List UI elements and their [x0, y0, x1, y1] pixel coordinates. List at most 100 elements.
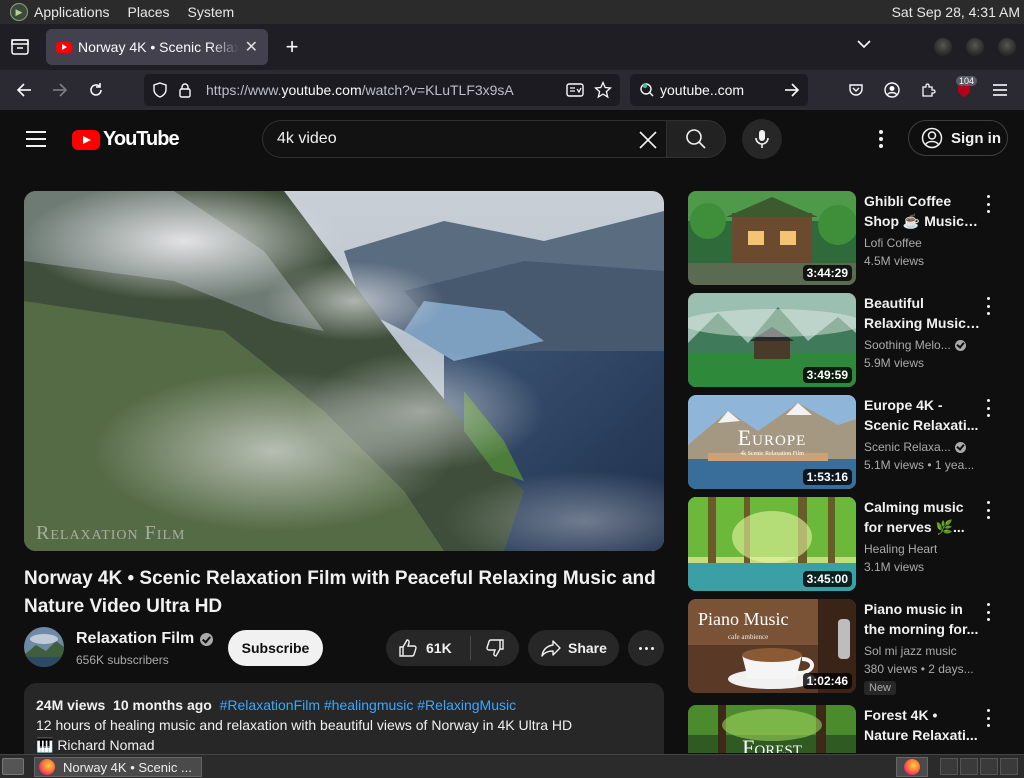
yt-search-input[interactable] [277, 129, 617, 149]
rec-more-options-icon[interactable] [984, 297, 992, 315]
extensions-button[interactable] [916, 78, 940, 102]
clear-search-button[interactable] [636, 128, 660, 152]
tab-close-icon[interactable]: ✕ [245, 37, 258, 57]
show-desktop-icon[interactable] [2, 758, 24, 775]
os-menu-applications[interactable]: Applications [34, 4, 110, 20]
rec-channel[interactable]: Scenic Relaxa... [864, 440, 980, 454]
taskbar-window-button[interactable]: Norway 4K • Scenic ... [34, 757, 202, 777]
rec-view-count: 380 views [864, 662, 918, 676]
os-clock[interactable]: Sat Sep 28, 4:31 AM [892, 4, 1020, 20]
window-maximize-button[interactable] [966, 38, 984, 56]
rec-thumbnail[interactable]: 3:45:00 [688, 497, 856, 591]
rec-more-options-icon[interactable] [984, 603, 992, 621]
os-menu-system[interactable]: System [188, 4, 235, 20]
web-search-bar[interactable]: youtube..com [630, 74, 808, 106]
video-duration: 3:49:59 [802, 367, 852, 383]
video-description[interactable]: 24M views 10 months ago #RelaxationFilm … [24, 683, 664, 763]
more-actions-button[interactable] [628, 630, 664, 666]
new-tab-button[interactable]: + [274, 29, 310, 65]
dislike-button[interactable] [471, 630, 519, 666]
share-button[interactable]: Share [528, 630, 619, 666]
verified-check-icon [954, 441, 966, 453]
os-taskbar: Norway 4K • Scenic ... [0, 754, 1024, 778]
rec-channel[interactable]: Healing Heart [864, 542, 980, 556]
rec-video-6[interactable]: Forest Forest 4K • Nature Relaxati... [688, 705, 1008, 753]
workspace-4[interactable] [1000, 758, 1018, 775]
lock-icon[interactable] [178, 82, 192, 98]
os-menu-places[interactable]: Places [128, 4, 170, 20]
rec-video-2[interactable]: 3:49:59 Beautiful Relaxing Music ... Soot… [688, 293, 1008, 387]
rec-views: 5.9M views [864, 356, 925, 370]
like-count: 61K [426, 640, 452, 656]
rec-title-line-1: Ghibli Coffee [864, 193, 952, 209]
pocket-button[interactable] [844, 78, 868, 102]
rec-thumbnail[interactable]: 3:49:59 [688, 293, 856, 387]
search-icon [686, 129, 706, 149]
window-minimize-button[interactable] [934, 38, 952, 56]
account-button[interactable] [880, 78, 904, 102]
taskbar-firefox-launcher[interactable] [896, 757, 928, 777]
firefox-view-button[interactable] [0, 24, 40, 70]
rec-more-options-icon[interactable] [984, 195, 992, 213]
browser-tab-active[interactable]: Norway 4K • Scenic Relaxation Film with … [46, 29, 268, 65]
distro-logo-icon[interactable]: ▶ [10, 3, 28, 21]
rec-channel-name: Healing Heart [864, 542, 938, 556]
reader-view-icon[interactable] [566, 82, 584, 98]
video-player[interactable]: Relaxation Film [24, 191, 664, 551]
channel-avatar[interactable] [24, 627, 64, 667]
subscribe-button[interactable]: Subscribe [228, 630, 323, 666]
rec-video-5[interactable]: Piano Music cafe ambience 1:02:46 Piano … [688, 599, 1008, 695]
arrow-right-icon[interactable] [784, 82, 800, 98]
workspace-1[interactable] [940, 758, 958, 775]
channel-name[interactable]: Relaxation Film [76, 630, 214, 648]
back-button[interactable] [12, 78, 36, 102]
rec-title-line-2: the morning for... [864, 621, 979, 637]
yt-search-box [262, 120, 666, 158]
rec-more-options-icon[interactable] [984, 501, 992, 519]
youtube-favicon-icon [56, 41, 72, 53]
rec-video-1[interactable]: 3:44:29 Ghibli Coffee Shop ☕ Music t... L… [688, 191, 1008, 285]
rec-title[interactable]: Ghibli Coffee Shop ☕ Music t... [864, 191, 980, 231]
rec-thumbnail[interactable]: Europe 4k Scenic Relaxation Film 1:53:16 [688, 395, 856, 489]
header-more-options-icon[interactable] [872, 127, 890, 151]
rec-title[interactable]: Forest 4K • Nature Relaxati... [864, 705, 980, 745]
rec-channel[interactable]: Soothing Melo... [864, 338, 980, 352]
rec-more-options-icon[interactable] [984, 709, 992, 727]
like-button[interactable]: 61K [386, 630, 470, 666]
video-duration: 1:53:16 [802, 469, 852, 485]
url-bar[interactable]: https://www.youtube.com/watch?v=KLuTLF3x… [144, 74, 620, 106]
yt-search-button[interactable] [666, 120, 726, 158]
rec-age: 1 yea... [934, 458, 975, 472]
list-all-tabs-button[interactable] [856, 36, 880, 56]
workspace-3[interactable] [980, 758, 998, 775]
bookmark-star-icon[interactable] [594, 81, 612, 99]
sign-in-button[interactable]: Sign in [908, 120, 1008, 156]
rec-channel[interactable]: Lofi Coffee [864, 236, 980, 250]
voice-search-button[interactable] [742, 119, 782, 159]
close-icon [639, 131, 657, 149]
rec-video-4[interactable]: 3:45:00 Calming music for nerves 🌿... Hea… [688, 497, 1008, 591]
yt-guide-menu-icon[interactable] [26, 131, 46, 147]
app-menu-button[interactable] [988, 78, 1012, 102]
rec-title[interactable]: Beautiful Relaxing Music ... [864, 293, 980, 333]
rec-title[interactable]: Calming music for nerves 🌿... [864, 497, 980, 537]
rec-title-line-1: Europe 4K - [864, 397, 943, 413]
rec-more-options-icon[interactable] [984, 399, 992, 417]
rec-thumbnail[interactable]: 3:44:29 [688, 191, 856, 285]
workspace-2[interactable] [960, 758, 978, 775]
url-prefix: https://www. [206, 82, 282, 98]
hashtag-links[interactable]: #RelaxationFilm #healingmusic #RelaxingM… [220, 697, 516, 713]
rec-thumbnail[interactable]: Piano Music cafe ambience 1:02:46 [688, 599, 856, 693]
youtube-logo[interactable]: YouTube [72, 128, 180, 151]
window-close-button[interactable] [998, 38, 1016, 56]
rec-thumbnail[interactable]: Forest [688, 705, 856, 753]
reload-button[interactable] [84, 78, 108, 102]
shield-icon[interactable] [152, 82, 168, 98]
rec-title[interactable]: Europe 4K - Scenic Relaxati... [864, 395, 980, 435]
rec-title[interactable]: Piano music in the morning for... [864, 599, 980, 639]
verified-check-icon [200, 632, 214, 646]
forward-button[interactable] [48, 78, 72, 102]
rec-title-line-2: Nature Relaxati... [864, 727, 978, 743]
rec-channel[interactable]: Sol mi jazz music [864, 644, 980, 658]
rec-video-3[interactable]: Europe 4k Scenic Relaxation Film 1:53:16… [688, 395, 1008, 489]
